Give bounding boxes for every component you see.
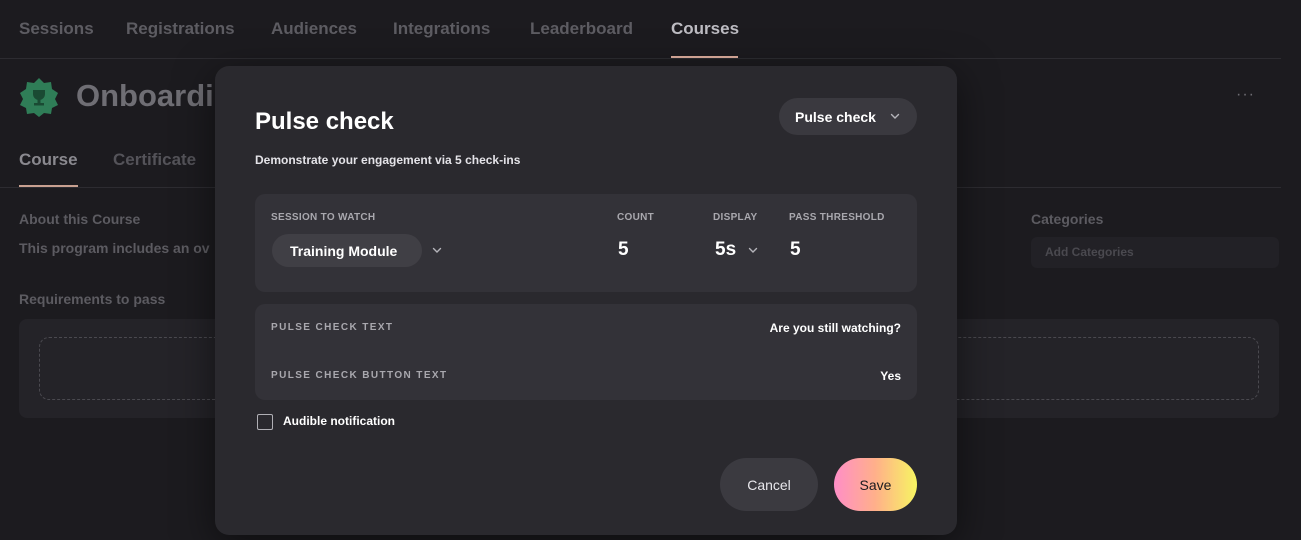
modal-title: Pulse check <box>255 108 394 135</box>
about-text: This program includes an ov <box>19 240 210 256</box>
categories-input[interactable]: Add Categories <box>1031 237 1279 268</box>
tab-integrations[interactable]: Integrations <box>393 19 490 39</box>
pulse-text-label: PULSE CHECK TEXT <box>271 322 394 333</box>
chevron-down-icon[interactable] <box>747 244 759 256</box>
button-text-label: PULSE CHECK BUTTON TEXT <box>271 370 448 381</box>
trophy-badge-icon <box>20 78 58 117</box>
chevron-down-icon <box>890 113 900 119</box>
audible-notification-label[interactable]: Audible notification <box>283 414 395 428</box>
session-value: Training Module <box>290 242 398 259</box>
requirement-type-select[interactable]: Pulse check <box>779 98 917 135</box>
tab-sessions[interactable]: Sessions <box>19 19 94 39</box>
tab-certificate[interactable]: Certificate <box>113 150 196 170</box>
cancel-button[interactable]: Cancel <box>720 458 818 511</box>
active-tab-indicator <box>671 56 738 58</box>
session-select[interactable]: Training Module <box>272 234 422 267</box>
chevron-down-icon[interactable] <box>431 244 443 256</box>
categories-label: Categories <box>1031 211 1104 227</box>
settings-card: SESSION TO WATCH Training Module COUNT 5… <box>255 194 917 292</box>
course-title: Onboardi <box>76 78 214 113</box>
tab-leaderboard[interactable]: Leaderboard <box>530 19 633 39</box>
count-label: COUNT <box>617 212 655 223</box>
tab-registrations[interactable]: Registrations <box>126 19 235 39</box>
tab-audiences[interactable]: Audiences <box>271 19 357 39</box>
display-label: DISPLAY <box>713 212 758 223</box>
count-value[interactable]: 5 <box>618 239 629 261</box>
requirements-label: Requirements to pass <box>19 291 166 307</box>
requirement-type-value: Pulse check <box>795 108 876 125</box>
save-button[interactable]: Save <box>834 458 917 511</box>
pulse-text-card: PULSE CHECK TEXT Are you still watching?… <box>255 304 917 400</box>
pulse-text-input[interactable]: Are you still watching? <box>770 321 901 335</box>
threshold-label: PASS THRESHOLD <box>789 212 885 223</box>
tab-courses[interactable]: Courses <box>671 19 739 39</box>
threshold-value[interactable]: 5 <box>790 239 801 261</box>
session-label: SESSION TO WATCH <box>271 212 376 223</box>
button-text-input[interactable]: Yes <box>880 369 901 383</box>
tab-course[interactable]: Course <box>19 150 78 170</box>
pulse-check-modal: Pulse check Demonstrate your engagement … <box>215 66 957 535</box>
modal-subtitle: Demonstrate your engagement via 5 check-… <box>255 153 521 167</box>
active-subtab-indicator <box>19 185 78 187</box>
top-nav: Sessions Registrations Audiences Integra… <box>0 0 1281 59</box>
about-label: About this Course <box>19 211 141 227</box>
more-horizontal-icon[interactable]: ··· <box>1236 86 1255 104</box>
audible-notification-checkbox[interactable] <box>257 414 273 430</box>
display-value[interactable]: 5s <box>715 239 736 261</box>
